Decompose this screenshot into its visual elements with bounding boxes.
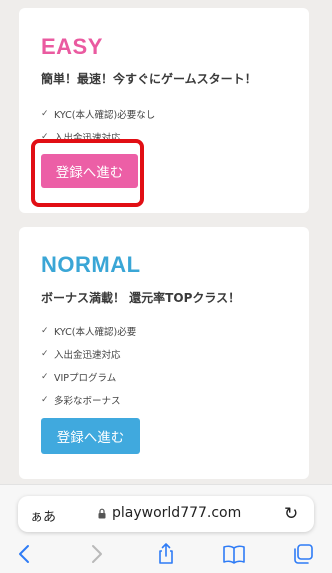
back-icon[interactable]	[13, 543, 37, 565]
url-text: playworld777.com	[112, 505, 242, 521]
highlight-box	[31, 139, 144, 207]
feature-label: 入出金迅速対応	[54, 349, 121, 361]
plan-card-normal: NORMAL ボーナス満載！ 還元率TOPクラス！ ✓ KYC(本人確認)必要 ✓…	[19, 227, 309, 479]
check-icon: ✓	[41, 108, 49, 119]
address-bar[interactable]: ぁあ playworld777.com ↻	[18, 496, 314, 532]
feature-label: KYC(本人確認)必要	[54, 326, 137, 338]
feature-item: ✓ VIPプログラム	[41, 365, 136, 388]
plan-description-easy: 簡単！最速！今すぐにゲームスタート！	[41, 72, 257, 86]
check-icon: ✓	[41, 371, 49, 382]
feature-item: ✓ KYC(本人確認)必要	[41, 319, 136, 342]
feature-list-normal: ✓ KYC(本人確認)必要 ✓ 入出金迅速対応 ✓ VIPプログラム ✓ 多彩なボーナス	[41, 319, 136, 411]
feature-label: VIPプログラム	[54, 372, 117, 384]
check-icon: ✓	[41, 348, 49, 359]
feature-item: ✓ KYC(本人確認)必要なし	[41, 102, 155, 125]
feature-label: 多彩なボーナス	[54, 395, 121, 407]
feature-item: ✓ 多彩なボーナス	[41, 388, 136, 411]
register-button-normal[interactable]: 登録へ進む	[41, 418, 140, 454]
forward-icon[interactable]	[84, 543, 108, 565]
tabs-icon[interactable]	[291, 543, 315, 565]
bookmarks-icon[interactable]	[222, 543, 246, 565]
lock-icon	[98, 508, 106, 519]
plan-title-easy: EASY	[41, 34, 103, 59]
browser-toolbar: ぁあ playworld777.com ↻	[0, 484, 332, 573]
plan-description-normal: ボーナス満載！ 還元率TOPクラス！	[41, 291, 241, 305]
feature-item: ✓ 入出金迅速対応	[41, 342, 136, 365]
share-icon[interactable]	[154, 543, 178, 565]
plan-title-normal: NORMAL	[41, 252, 141, 277]
check-icon: ✓	[41, 325, 49, 336]
text-size-button[interactable]: ぁあ	[30, 506, 56, 525]
feature-label: KYC(本人確認)必要なし	[54, 109, 156, 121]
check-icon: ✓	[41, 394, 49, 405]
reload-icon[interactable]: ↻	[284, 504, 298, 524]
